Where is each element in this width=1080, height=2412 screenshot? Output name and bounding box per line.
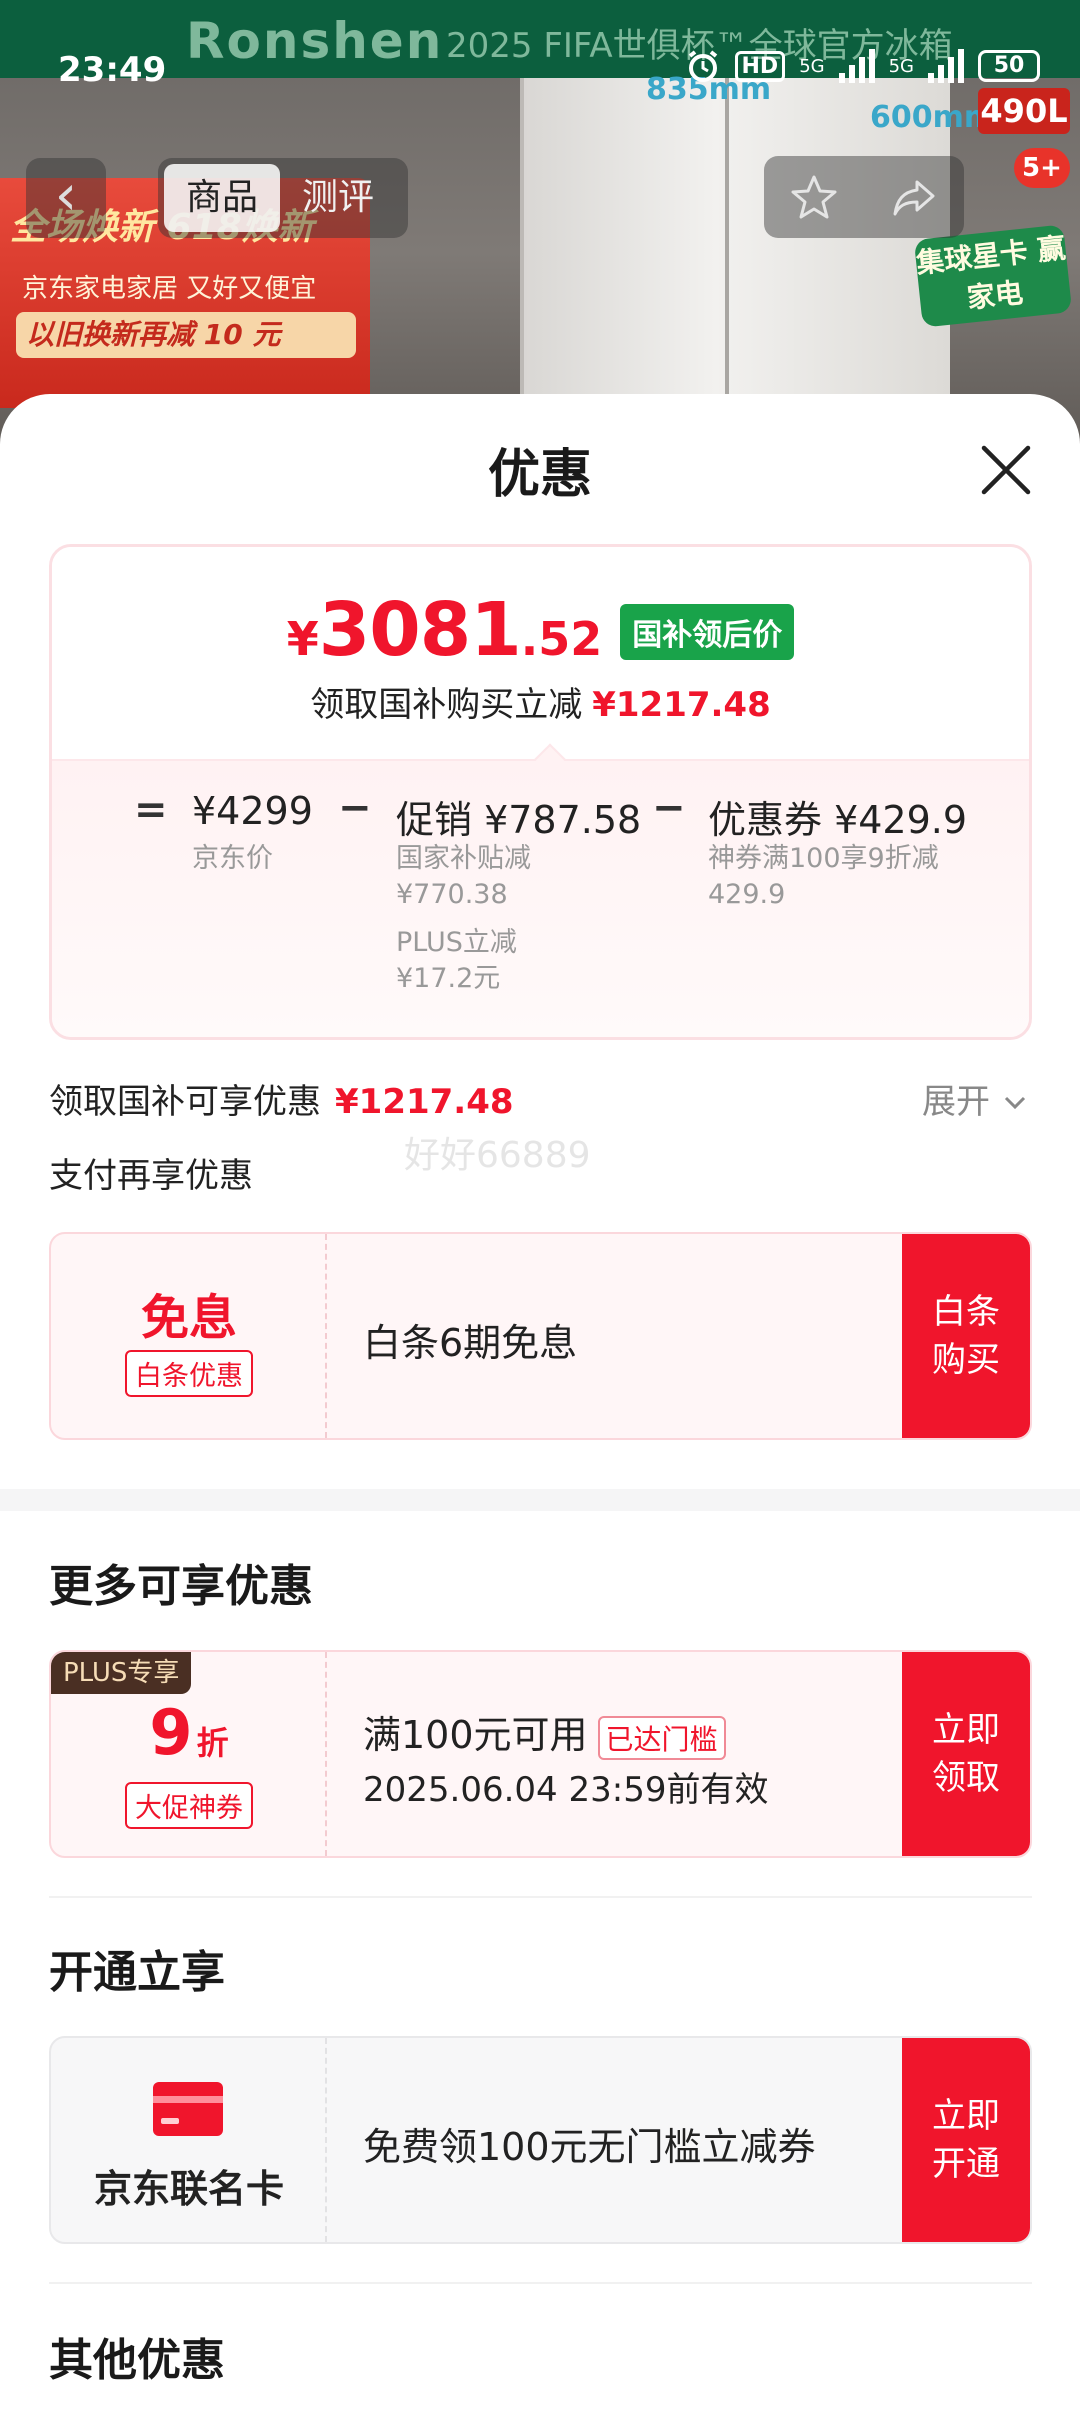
expand-button[interactable]: 展开 (922, 1074, 1029, 1123)
status-icons: HD 5G 5G 50 (685, 48, 1040, 84)
price-summary: ¥ 3081 .52 国补领后价 领取国补购买立减 ¥1217.48 (52, 547, 1029, 759)
jd-card-left: 京东联名卡 (51, 2038, 327, 2242)
promo-banner-tradein: 以旧换新再减 10 元 (16, 312, 356, 358)
battery-icon: 50 (978, 50, 1040, 82)
signal-icon-2 (928, 49, 964, 83)
chevron-down-icon (1004, 1096, 1025, 1110)
signal-icon (838, 49, 875, 83)
coupon-discount: 优惠券 ¥429.9 (708, 798, 968, 842)
more-offers-title: 更多可享优惠 (49, 1561, 313, 1612)
baitiao-text: 白条6期免息 (363, 1321, 578, 1365)
price-currency: ¥ (286, 612, 319, 666)
coupon-detail-amount: 429.9 (708, 879, 786, 910)
promo-discount: 促销 ¥787.58 (396, 798, 642, 842)
subsidy-saving-amount: ¥1217.48 (592, 685, 771, 725)
status-time: 23:49 (58, 50, 167, 90)
open-card-button[interactable]: 立即开通 (902, 2038, 1030, 2242)
star-favorite-icon[interactable] (789, 172, 839, 222)
claim-coupon-button[interactable]: 立即领取 (902, 1652, 1030, 1856)
coupon-detail: 神券满100享9折减 (708, 843, 939, 874)
minus-sign-2: − (652, 785, 686, 831)
jd-card-text: 免费领100元无门槛立减券 (363, 2125, 816, 2169)
network-5g-label: 5G (799, 55, 825, 77)
chevron-left-icon: ‹ (54, 163, 78, 228)
hd-indicator: HD (734, 50, 786, 82)
back-button[interactable]: ‹ (26, 158, 106, 238)
plus-discount-amount: ¥17.2元 (396, 963, 501, 994)
baitiao-offer-left: 免息 白条优惠 (51, 1234, 327, 1438)
plus-discount-detail: PLUS立减 (396, 927, 517, 958)
jd-price-label: 京东价 (192, 843, 273, 874)
subsidy-saving-label: 领取国补购买立减 (310, 685, 583, 725)
discount-sheet: 优惠 ¥ 3081 .52 国补领后价 领取国补购买立减 ¥1217.48 = ¥… (0, 394, 1080, 2412)
discount-unit: 折 (196, 1724, 229, 1762)
pay-more-label: 支付再享优惠 (49, 1156, 253, 1196)
jd-card-name: 京东联名卡 (93, 2167, 284, 2211)
plus-coupon-card: PLUS专享 9折 大促神券 满100元可用 已达门槛 2025.06.04 23… (49, 1650, 1032, 1858)
coupon-condition-line: 满100元可用 已达门槛 (363, 1704, 726, 1760)
price-decimal: .52 (520, 612, 603, 666)
brand-logo: Ronshen (186, 12, 444, 70)
baitiao-buy-button[interactable]: 白条购买 (902, 1234, 1030, 1438)
national-subsidy-detail: 国家补贴减 (396, 843, 531, 874)
alarm-icon (688, 50, 717, 82)
network-5g-label-2: 5G (888, 55, 914, 77)
national-subsidy-amount: ¥770.38 (396, 879, 508, 910)
threshold-reached-tag: 已达门槛 (597, 1715, 726, 1760)
subsidy-saving-line: 领取国补购买立减 ¥1217.48 (52, 677, 1029, 726)
jd-price: ¥4299 (192, 789, 313, 833)
tab-review[interactable]: 测评 (280, 164, 396, 232)
plus-exclusive-badge: PLUS专享 (51, 1652, 192, 1694)
tab-product[interactable]: 商品 (164, 164, 281, 232)
equals-sign: = (134, 787, 168, 833)
product-tabs: 商品 测评 (158, 158, 408, 238)
coupon-condition: 满100元可用 (363, 1713, 588, 1757)
jd-card-offer: 京东联名卡 免费领100元无门槛立减券 立即开通 (49, 2036, 1032, 2244)
national-subsidy-row: 领取国补可享优惠 ¥1217.48 (49, 1074, 514, 1123)
baitiao-offer-card: 免息 白条优惠 白条6期免息 白条购买 (49, 1232, 1032, 1440)
baitiao-title: 免息 (140, 1290, 237, 1346)
star-card-badge: 集球星卡 赢家电 (913, 224, 1073, 328)
expand-label: 展开 (922, 1082, 990, 1122)
capacity-badge: 490L (978, 88, 1070, 134)
share-icon[interactable] (889, 172, 939, 222)
final-price: ¥ 3081 .52 国补领后价 (52, 587, 1029, 673)
price-formula: = ¥4299 京东价 − 促销 ¥787.58 国家补贴减 ¥770.38 P… (52, 759, 1029, 1037)
subsidy-price-tag: 国补领后价 (620, 604, 795, 660)
baitiao-tag: 白条优惠 (125, 1350, 253, 1397)
national-subsidy-total: ¥1217.48 (335, 1082, 514, 1122)
price-integer: 3081 (318, 587, 522, 673)
close-icon[interactable] (976, 440, 1036, 500)
promo-banner-slogan: 京东家电家居 又好又便宜 (22, 274, 317, 304)
watermark: 好好66889 (404, 1135, 591, 1176)
coupon-expiry: 2025.06.04 23:59前有效 (363, 1770, 769, 1810)
minus-sign: − (338, 785, 372, 831)
credit-card-icon (153, 2082, 223, 2136)
nav-actions (764, 156, 964, 238)
divider (49, 1896, 1032, 1898)
other-offers-title: 其他优惠 (49, 2335, 225, 2386)
divider-2 (49, 2282, 1032, 2284)
discount-number: 9 (149, 1696, 193, 1769)
sheet-title: 优惠 (487, 445, 592, 505)
price-breakdown-card: ¥ 3081 .52 国补领后价 领取国补购买立减 ¥1217.48 = ¥429… (49, 544, 1032, 1040)
notification-count-badge: 5+ (1014, 148, 1070, 188)
plus-coupon-left: PLUS专享 9折 大促神券 (51, 1652, 327, 1856)
fridge-depth-label: 600mm (870, 100, 996, 135)
open-benefits-title: 开通立享 (49, 1947, 225, 1998)
section-divider (0, 1489, 1080, 1511)
mega-sale-tag: 大促神券 (125, 1782, 253, 1829)
national-subsidy-label: 领取国补可享优惠 (49, 1082, 321, 1122)
